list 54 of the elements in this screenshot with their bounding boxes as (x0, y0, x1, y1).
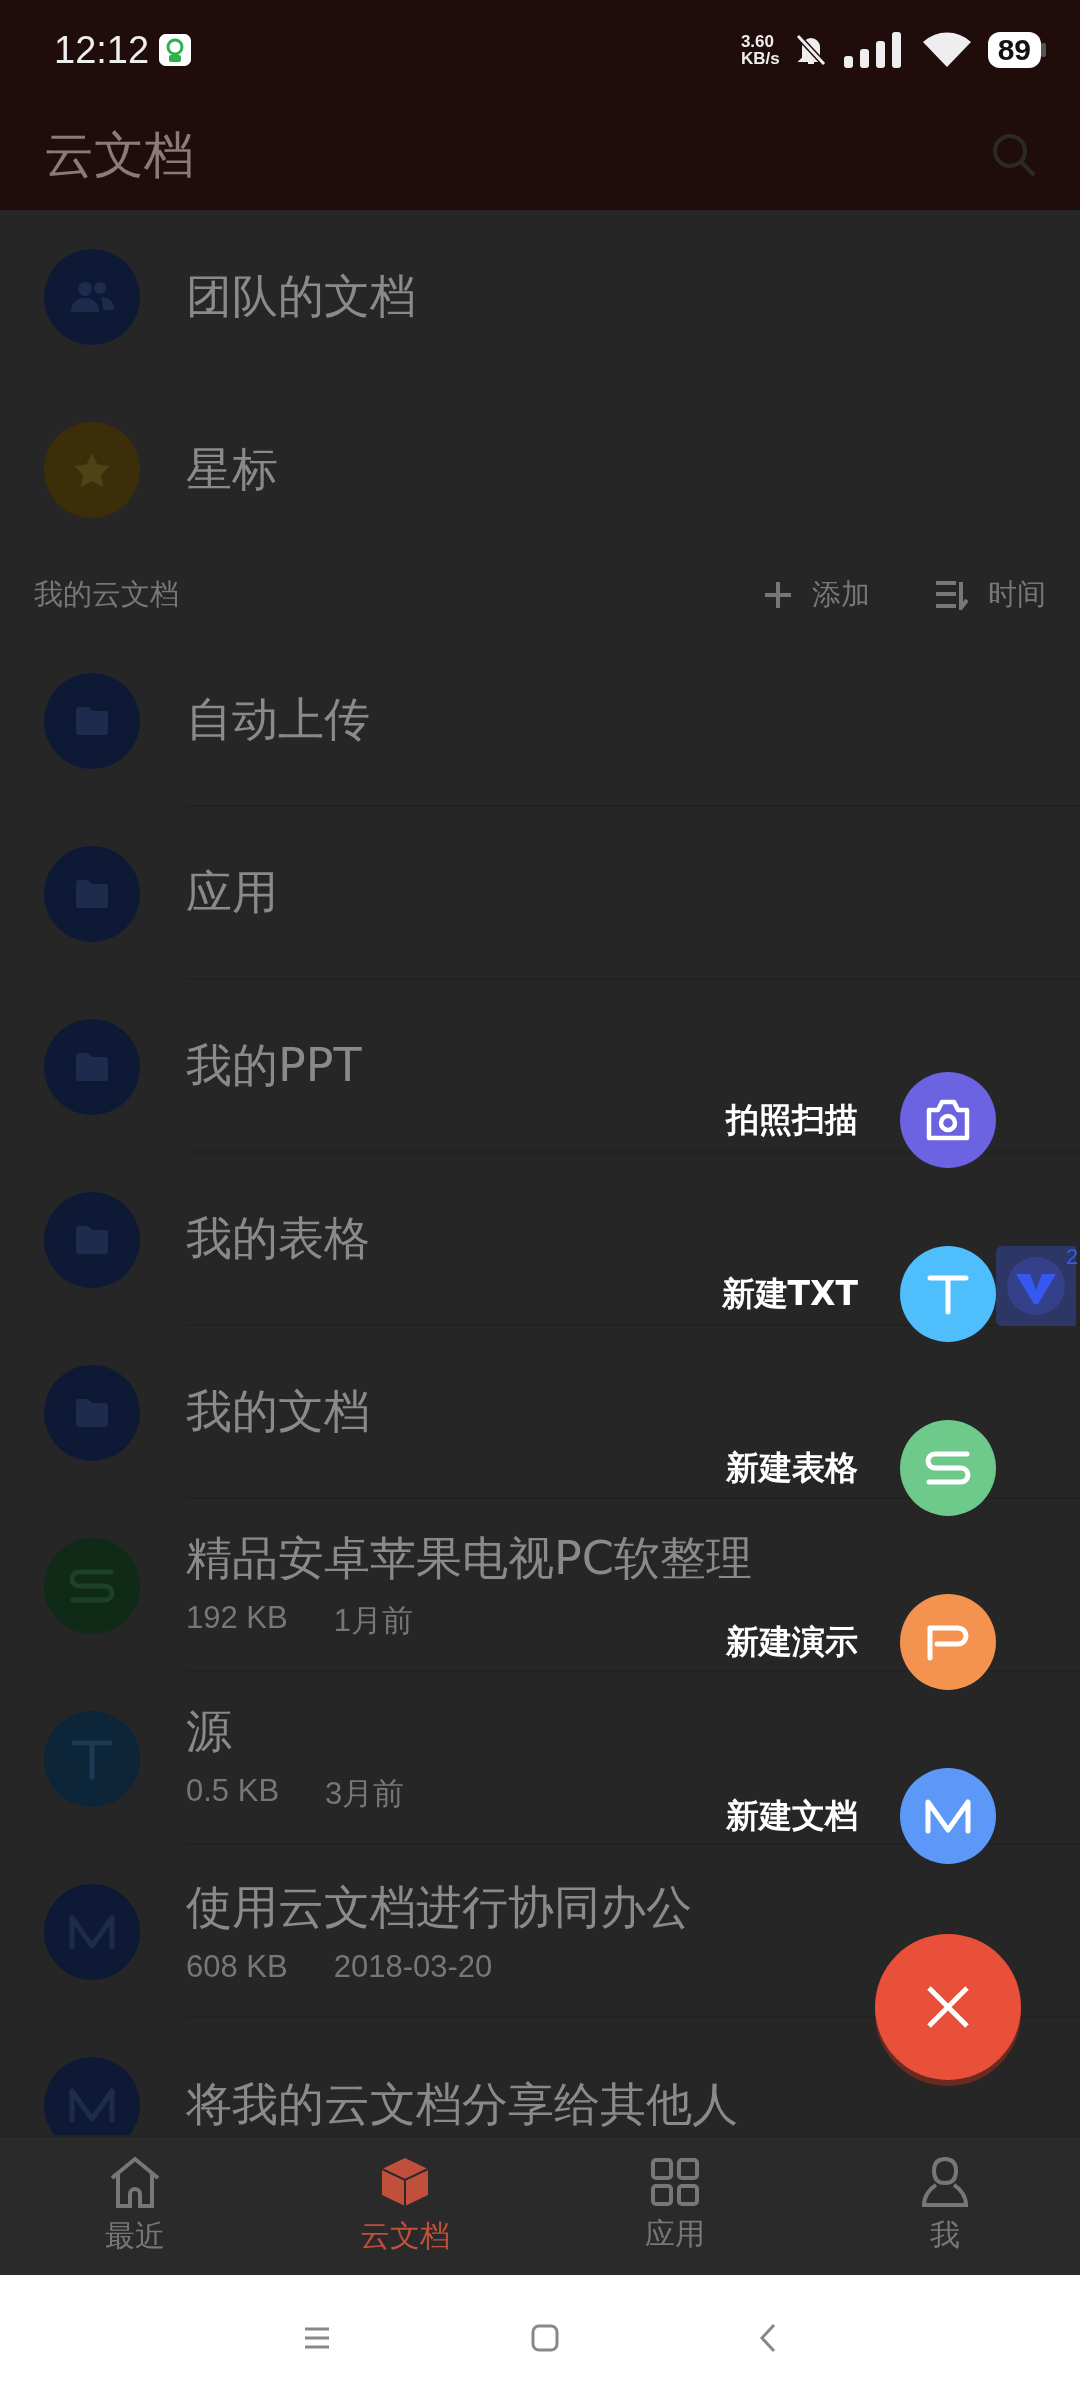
folder-name[interactable]: 自动上传 (186, 688, 370, 751)
person-icon (921, 2156, 969, 2207)
badge-count: 2 (1066, 1244, 1079, 1270)
wifi-icon (921, 32, 972, 68)
folder-name[interactable]: 我的文档 (186, 1380, 370, 1443)
folder-name[interactable]: 应用 (186, 861, 278, 924)
txt-icon (926, 1273, 970, 1315)
fab-menu-label[interactable]: 新建TXT (721, 1271, 858, 1317)
file-name[interactable]: 精品安卓苹果电视PC软整理 (186, 1527, 752, 1590)
folder-name[interactable]: 我的PPT (186, 1034, 362, 1097)
folder-name[interactable]: 我的表格 (186, 1207, 370, 1270)
file-name[interactable]: 源 (186, 1700, 232, 1763)
file-name[interactable]: 将我的云文档分享给其他人 (186, 2073, 738, 2135)
app-title: 云文档 (44, 124, 194, 186)
nav-tab[interactable]: 云文档 (270, 2137, 540, 2275)
add-action[interactable]: 添加 (812, 575, 870, 615)
plus-icon (764, 581, 792, 609)
battery-level: 89 (987, 32, 1041, 68)
file-size: 192 KB (186, 1599, 288, 1637)
file-date: 1月前 (333, 1601, 413, 1640)
file-size: 608 KB (186, 1948, 288, 1985)
camera-icon (924, 1098, 972, 1142)
sort-icon (934, 580, 968, 610)
shortcut-label[interactable]: 团队的文档 (186, 265, 416, 328)
fab-menu-label[interactable]: 新建表格 (726, 1445, 858, 1491)
grid-icon (651, 2157, 699, 2206)
file-date: 3月前 (325, 1774, 405, 1813)
battery-tip-icon (1041, 43, 1046, 57)
fab-menu-label[interactable]: 拍照扫描 (726, 1097, 858, 1143)
fab-menu-label[interactable]: 新建演示 (726, 1619, 858, 1665)
file-size: 0.5 KB (186, 1772, 280, 1810)
v-shape-icon (1006, 1256, 1066, 1316)
section-title: 我的云文档 (34, 576, 180, 613)
network-speed-unit: KB/s (740, 50, 780, 67)
network-speed-value: 3.60 (740, 33, 775, 50)
nav-tab[interactable]: 我 (810, 2137, 1080, 2275)
file-date: 2018-03-20 (333, 1948, 493, 1985)
cube-icon (380, 2155, 430, 2208)
clock: 12:12 (54, 28, 150, 72)
shortcut-label[interactable]: 星标 (186, 438, 278, 501)
back-icon[interactable] (759, 2322, 777, 2353)
file-name[interactable]: 使用云文档进行协同办公 (186, 1876, 692, 1939)
people-icon (68, 279, 116, 314)
doc-icon (923, 1797, 973, 1835)
fab-menu-label[interactable]: 新建文档 (726, 1793, 858, 1839)
sort-action[interactable]: 时间 (988, 575, 1046, 615)
home-icon (108, 2155, 162, 2208)
signal-icon (843, 32, 904, 68)
close-icon (926, 1985, 970, 2029)
menu-icon[interactable] (303, 2325, 331, 2350)
nav-tab[interactable]: 最近 (0, 2137, 270, 2275)
nav-tab[interactable]: 应用 (540, 2137, 810, 2275)
app-notification-icon (159, 34, 192, 66)
home-button-icon[interactable] (531, 2323, 559, 2352)
